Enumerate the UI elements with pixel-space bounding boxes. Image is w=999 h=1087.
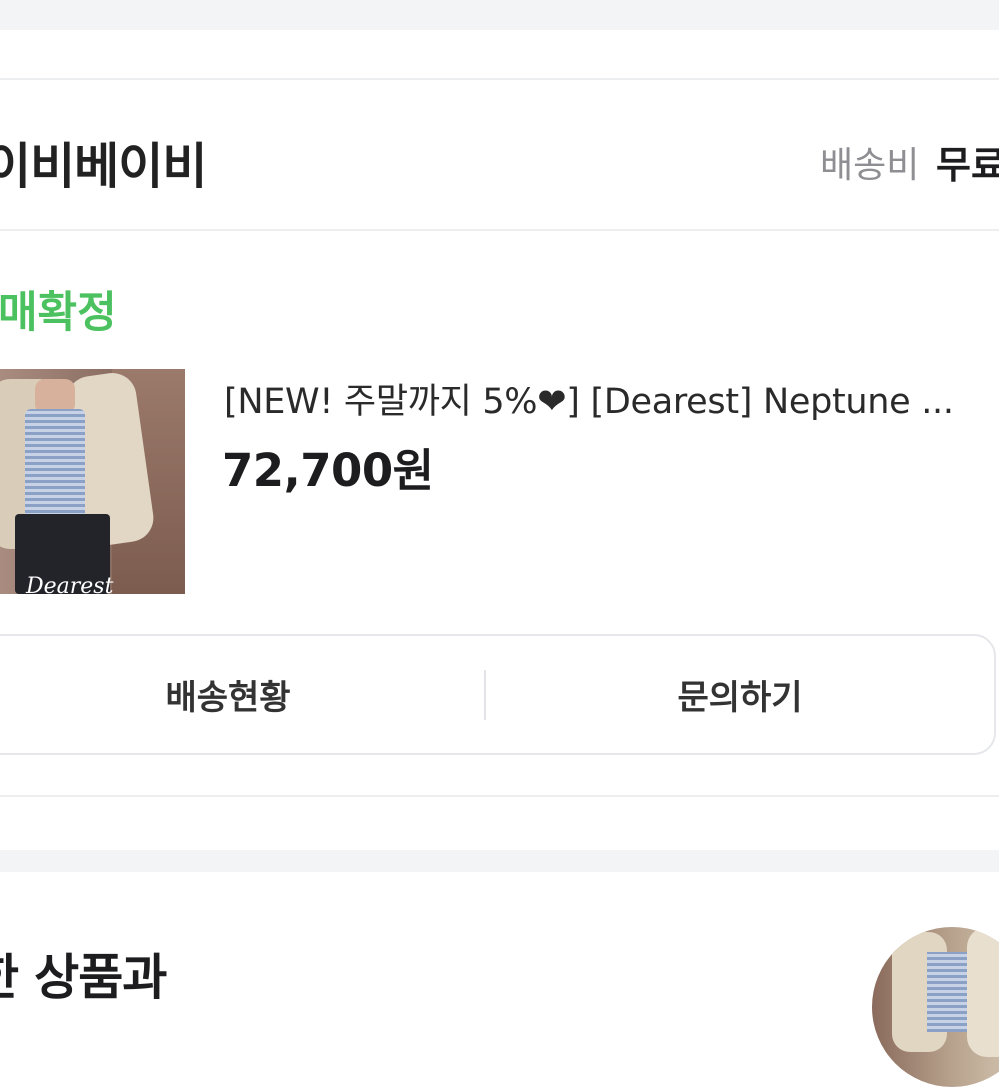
section-gap (0, 850, 999, 872)
divider (0, 78, 999, 80)
product-thumbnail[interactable]: Dearest (0, 369, 185, 594)
delivery-status-button[interactable]: 배송현황 (0, 636, 484, 753)
product-price: 72,700원 (222, 444, 434, 497)
shop-name[interactable]: 이비베이비 (0, 127, 207, 198)
shipping-fee-value: 무료 (936, 143, 999, 187)
divider (0, 229, 999, 231)
recommended-product-thumbnail[interactable] (872, 927, 999, 1087)
product-title[interactable]: [NEW! 주말까지 5%❤] [Dearest] Neptune ... (224, 373, 954, 424)
inquiry-button[interactable]: 문의하기 (484, 636, 996, 753)
recommend-section-title: 한 상품과 (0, 949, 167, 1006)
thumbnail-watermark: Dearest (26, 574, 114, 594)
top-gray-band (0, 0, 999, 30)
shipping-fee-label: 배송비 (820, 145, 920, 186)
divider (0, 795, 999, 797)
order-actions: 배송현황 문의하기 (0, 634, 996, 755)
order-status: 매확정 (0, 288, 117, 338)
